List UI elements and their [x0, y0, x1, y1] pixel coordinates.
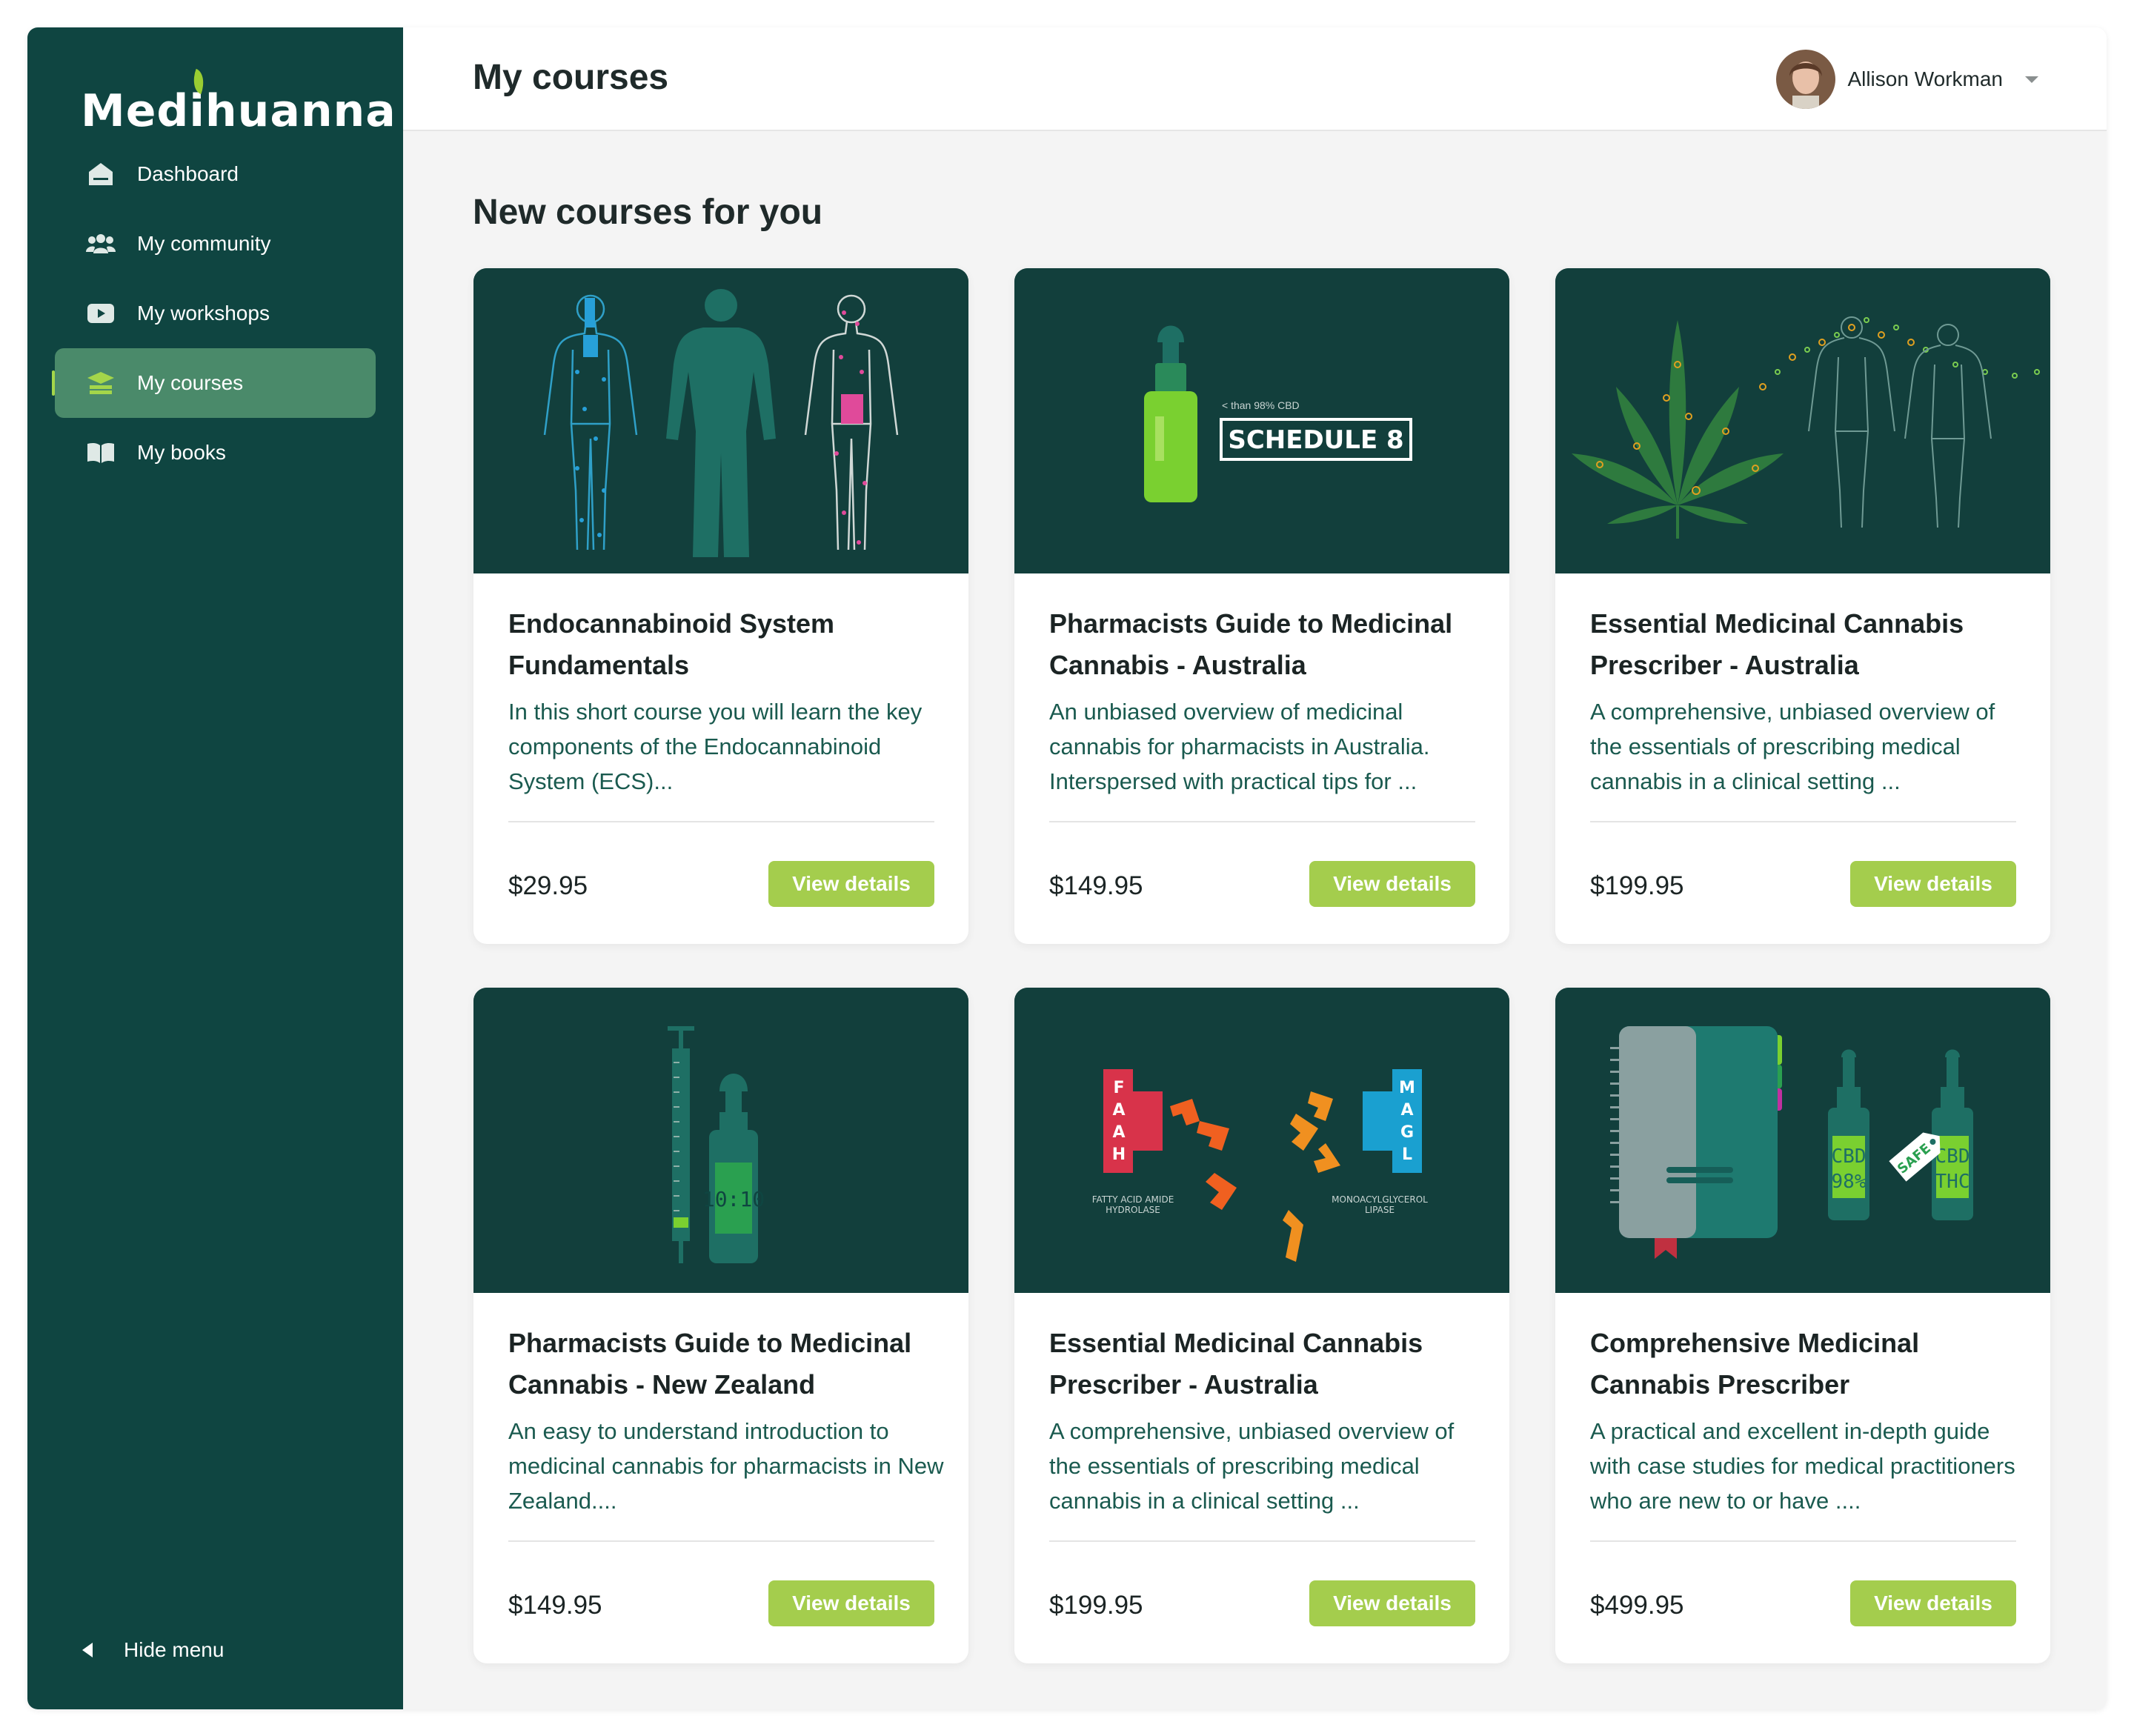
- bottle-label: THC: [1935, 1171, 1970, 1193]
- sidebar-item-label: My courses: [137, 371, 244, 394]
- hide-menu-label: Hide menu: [124, 1638, 225, 1661]
- view-details-button[interactable]: View details: [1850, 1580, 2016, 1626]
- sidebar-item-community[interactable]: My community: [55, 209, 376, 279]
- course-description: In this short course you will learn the …: [508, 699, 923, 794]
- course-image-body-diagram: [473, 268, 968, 573]
- enzyme-caption: LIPASE: [1365, 1205, 1395, 1215]
- sidebar-item-dashboard[interactable]: Dashboard: [55, 139, 376, 209]
- bottle-label: CBD: [1832, 1145, 1867, 1168]
- course-title: Endocannabinoid System Fundamentals: [508, 608, 835, 680]
- divider: [1590, 1540, 2016, 1542]
- avatar[interactable]: [1776, 50, 1836, 109]
- course-card[interactable]: Endocannabinoid System Fundamentals In t…: [473, 268, 968, 944]
- enzyme-caption: MONOACYLGLYCEROL: [1332, 1194, 1428, 1205]
- sidebar-item-label: My books: [137, 441, 226, 464]
- course-description: An easy to understand introduction to me…: [508, 1418, 944, 1514]
- image-label: SCHEDULE 8: [1228, 425, 1403, 455]
- page-title: My courses: [473, 58, 669, 97]
- user-name: Allison Workman: [1847, 67, 2003, 90]
- chevron-down-icon[interactable]: [2025, 76, 2038, 83]
- course-title: Pharmacists Guide to Medicinal Cannabis …: [1049, 608, 1453, 680]
- section-title: New courses for you: [473, 193, 823, 232]
- divider: [1049, 1540, 1475, 1542]
- course-card[interactable]: F A A H M A G L FATTY ACID AMIDE HYDROLA…: [1014, 988, 1509, 1663]
- sidebar-item-books[interactable]: My books: [55, 418, 376, 488]
- home-icon: [86, 161, 116, 187]
- view-details-button[interactable]: View details: [1309, 861, 1475, 907]
- course-price: $199.95: [1049, 1591, 1143, 1620]
- graduation-cap-icon: [86, 370, 116, 396]
- course-description: A practical and excellent in-depth guide…: [1590, 1418, 2015, 1514]
- sidebar-item-workshops[interactable]: My workshops: [55, 279, 376, 348]
- users-icon: [86, 230, 116, 257]
- divider: [508, 821, 934, 822]
- view-details-button[interactable]: View details: [1309, 1580, 1475, 1626]
- course-price: $149.95: [1049, 871, 1143, 900]
- course-description: A comprehensive, unbiased overview of th…: [1590, 699, 1995, 794]
- course-title: Essential Medicinal Cannabis Prescriber …: [1590, 608, 1964, 680]
- view-details-button[interactable]: View details: [768, 861, 934, 907]
- divider: [508, 1540, 934, 1542]
- view-details-button[interactable]: View details: [1850, 861, 2016, 907]
- divider: [1590, 821, 2016, 822]
- enzyme-caption: FATTY ACID AMIDE: [1092, 1194, 1174, 1205]
- course-description: An unbiased overview of medicinal cannab…: [1049, 699, 1430, 794]
- enzyme-letter: A: [1112, 1123, 1125, 1142]
- course-title: Comprehensive Medicinal Cannabis Prescri…: [1590, 1328, 1920, 1400]
- enzyme-caption: HYDROLASE: [1106, 1205, 1160, 1215]
- sidebar: Medihuanna Dashboard My community My wor…: [27, 27, 403, 1709]
- course-title: Pharmacists Guide to Medicinal Cannabis …: [508, 1328, 912, 1400]
- chevron-left-icon: [82, 1643, 93, 1657]
- enzyme-letter: G: [1400, 1123, 1414, 1142]
- course-title: Essential Medicinal Cannabis Prescriber …: [1049, 1328, 1423, 1400]
- course-image-enzymes: F A A H M A G L FATTY ACID AMIDE HYDROLA…: [1014, 988, 1509, 1293]
- view-details-button[interactable]: View details: [768, 1580, 934, 1626]
- sidebar-nav: Dashboard My community My workshops My c…: [52, 139, 376, 488]
- enzyme-letter: H: [1112, 1145, 1126, 1164]
- course-card[interactable]: Essential Medicinal Cannabis Prescriber …: [1555, 268, 2050, 944]
- enzyme-letter: M: [1399, 1079, 1415, 1097]
- bottle-label: CBD: [1935, 1145, 1970, 1168]
- video-icon: [86, 300, 116, 327]
- sidebar-item-courses[interactable]: My courses: [52, 348, 376, 418]
- enzyme-letter: F: [1113, 1079, 1124, 1097]
- top-bar: My courses Allison Workman: [403, 27, 2107, 131]
- bottle-label: 10:10: [702, 1187, 765, 1211]
- course-price: $149.95: [508, 1591, 602, 1620]
- divider: [1049, 821, 1475, 822]
- sidebar-item-label: My community: [137, 232, 271, 255]
- course-image-cannabis-leaf: [1555, 268, 2050, 573]
- bottle-label: 98%: [1832, 1171, 1867, 1193]
- sidebar-item-label: Dashboard: [137, 162, 239, 185]
- course-card[interactable]: CBD 98% CBD THC SAFE Comprehensive Medic…: [1555, 988, 2050, 1663]
- course-price: $199.95: [1590, 871, 1684, 900]
- enzyme-letter: A: [1112, 1101, 1125, 1120]
- enzyme-letter: A: [1400, 1101, 1413, 1120]
- course-card[interactable]: 10:10 Pharmacists Guide to Medicinal Can…: [473, 988, 968, 1663]
- course-price: $499.95: [1590, 1591, 1684, 1620]
- course-image-syringe-bottle: 10:10: [473, 988, 968, 1293]
- course-image-schedule-8: < than 98% CBD SCHEDULE 8: [1014, 268, 1509, 573]
- book-icon: [86, 439, 116, 466]
- hide-menu-button[interactable]: Hide menu: [82, 1638, 224, 1662]
- logo[interactable]: Medihuanna: [81, 85, 396, 137]
- course-image-notebook-bottles: CBD 98% CBD THC SAFE: [1555, 988, 2050, 1293]
- image-small-text: < than 98% CBD: [1222, 399, 1300, 411]
- user-menu[interactable]: Allison Workman: [1776, 50, 2038, 109]
- enzyme-letter: L: [1402, 1145, 1412, 1164]
- active-indicator: [52, 370, 55, 396]
- app-window: Medihuanna Dashboard My community My wor…: [27, 27, 2107, 1709]
- course-card[interactable]: < than 98% CBD SCHEDULE 8 Pharmacists Gu…: [1014, 268, 1509, 944]
- course-price: $29.95: [508, 871, 588, 900]
- course-description: A comprehensive, unbiased overview of th…: [1049, 1418, 1455, 1514]
- sidebar-item-label: My workshops: [137, 302, 270, 325]
